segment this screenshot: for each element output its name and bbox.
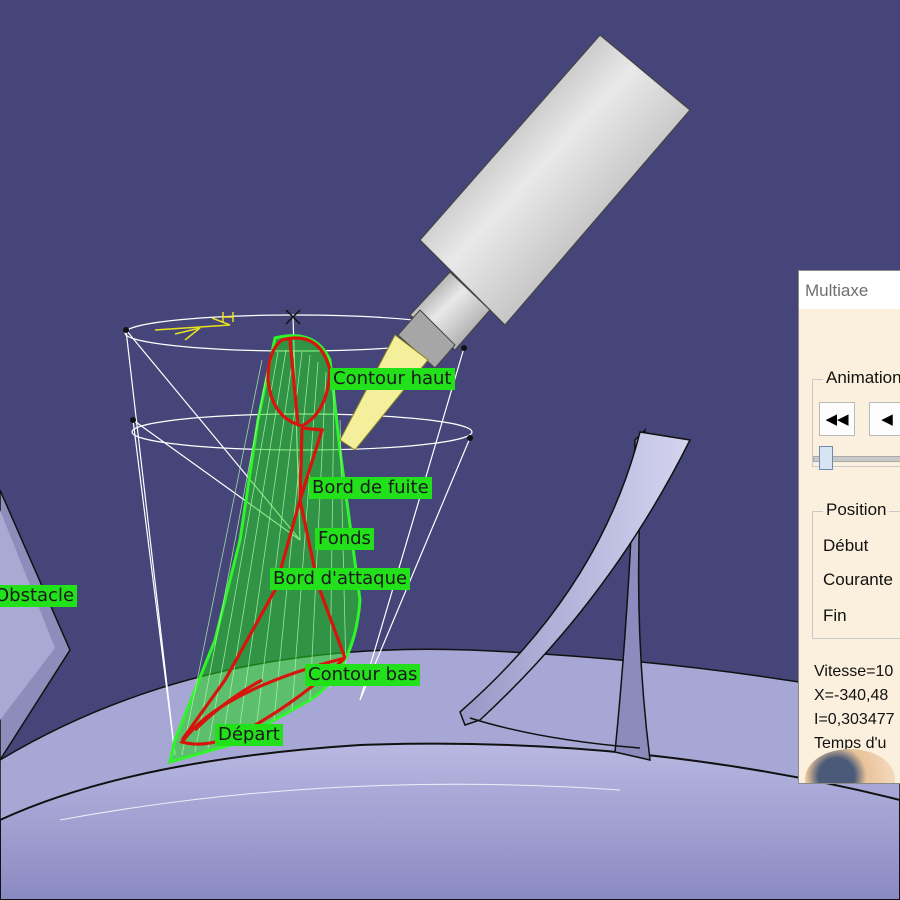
position-end[interactable]: Fin: [823, 606, 847, 626]
position-current[interactable]: Courante: [823, 570, 893, 590]
multiaxe-dialog[interactable]: Multiaxe Animation ◀◀ ◀ Position Début C…: [798, 270, 900, 784]
info-x: X=-340,48: [814, 687, 889, 704]
info-i: I=0,303477: [814, 711, 895, 728]
3d-viewport[interactable]: [0, 0, 900, 900]
label-bord-de-fuite: Bord de fuite: [309, 477, 432, 499]
label-bord-attaque: Bord d'attaque: [270, 568, 411, 590]
dialog-illustration: [805, 749, 895, 783]
label-contour-haut: Contour haut: [330, 368, 455, 390]
position-group: Position Début Courante Fin: [812, 500, 900, 639]
impeller-hub: [0, 648, 900, 900]
animation-group: Animation ◀◀ ◀: [812, 368, 900, 470]
label-fonds: Fonds: [315, 528, 374, 550]
label-depart: Départ: [215, 724, 283, 746]
obstacle-blade: [0, 489, 71, 762]
dialog-title: Multiaxe: [799, 271, 900, 309]
step-back-button[interactable]: ◀: [869, 402, 900, 436]
label-contour-bas: Contour bas: [305, 664, 421, 686]
animation-group-label: Animation: [823, 368, 900, 388]
step-back-icon: ◀: [881, 411, 893, 428]
label-obstacle: Obstacle: [0, 585, 78, 607]
rewind-button[interactable]: ◀◀: [819, 402, 855, 436]
position-start[interactable]: Début: [823, 536, 868, 556]
position-group-label: Position: [823, 500, 890, 520]
info-speed: Vitesse=10: [814, 663, 894, 680]
animation-slider-thumb[interactable]: [819, 446, 833, 470]
rewind-icon: ◀◀: [825, 411, 849, 428]
dialog-body: Animation ◀◀ ◀ Position Début Courante F…: [799, 309, 900, 783]
